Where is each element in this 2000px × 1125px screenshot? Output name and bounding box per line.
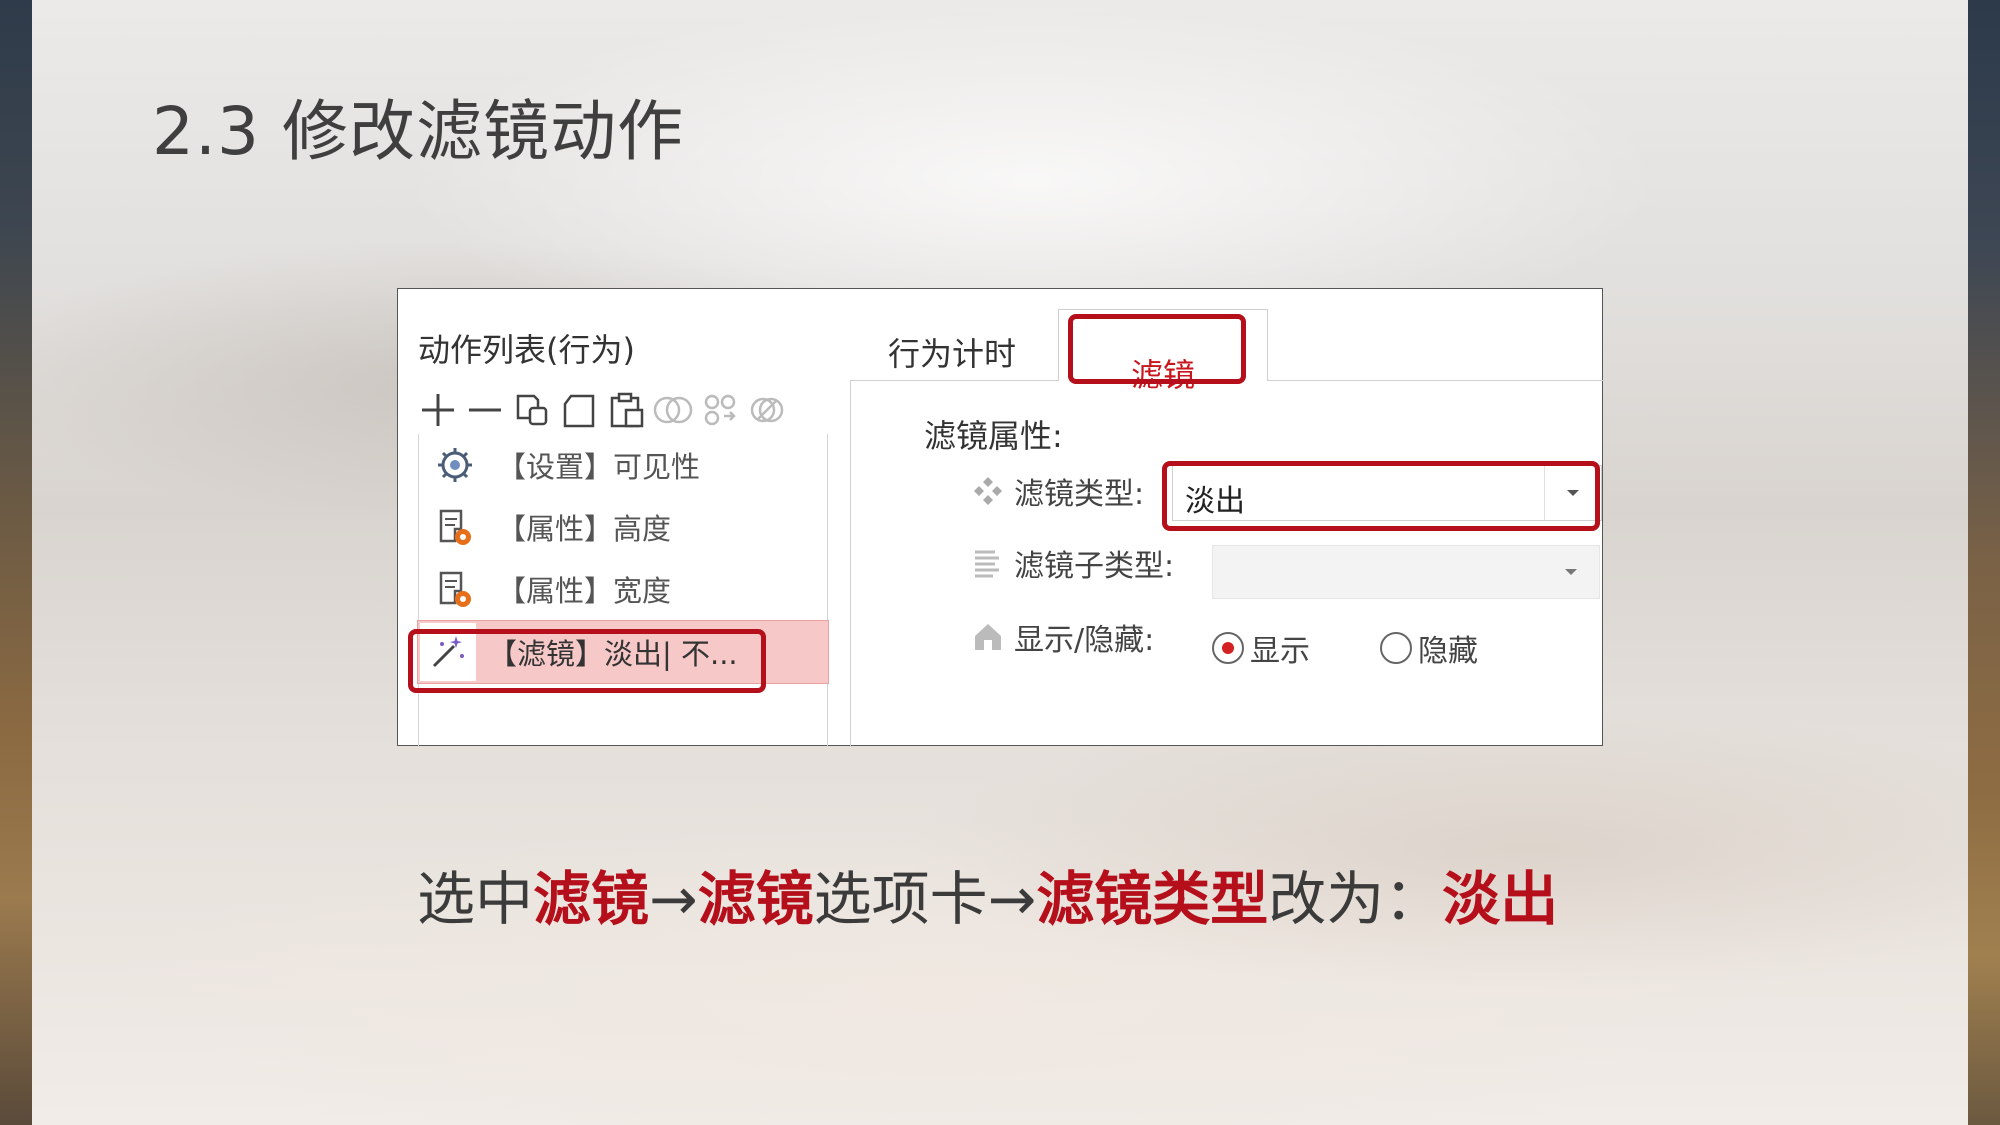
property-icon xyxy=(433,505,477,549)
filter-properties-heading: 滤镜属性: xyxy=(924,417,1063,455)
background-edge-left xyxy=(0,0,32,1125)
list-item[interactable]: 【设置】可见性 xyxy=(419,434,827,496)
caption-text: 改为： xyxy=(1268,865,1443,933)
caption-emphasis: 滤镜 xyxy=(533,865,650,933)
paste-icon[interactable] xyxy=(557,388,601,432)
property-icon xyxy=(433,567,477,611)
radio-hide[interactable]: 隐藏 xyxy=(1380,626,1478,670)
action-list: 【设置】可见性 【属性】高度 【属性】宽度 【滤镜】淡出| 不... xyxy=(417,434,829,747)
filter-subtype-select[interactable] xyxy=(1212,545,1600,599)
list-item-label: 【设置】可见性 xyxy=(497,450,701,484)
list-item[interactable]: 【属性】宽度 xyxy=(419,558,827,620)
split-icon xyxy=(651,388,695,432)
gear-icon xyxy=(433,443,477,487)
behavior-panel-screenshot: 动作列表(行为) 【设置】可见性 【属性】高度 【属性】宽度 【滤镜】淡出| 不… xyxy=(397,288,1604,747)
radio-circle-checked[interactable] xyxy=(1212,632,1244,664)
remove-icon[interactable] xyxy=(463,388,507,432)
tab-behavior-timing[interactable]: 行为计时 xyxy=(888,329,1016,375)
filter-type-row: 滤镜类型: xyxy=(968,469,1144,513)
add-icon[interactable] xyxy=(416,388,460,432)
instruction-caption: 选中滤镜→滤镜选项卡→滤镜类型改为：淡出 xyxy=(417,852,1558,936)
caption-text: → xyxy=(649,865,698,933)
house-icon xyxy=(968,617,1008,657)
paste-special-icon[interactable] xyxy=(604,388,648,432)
action-list-header: 动作列表(行为) xyxy=(418,331,635,369)
chevron-down-icon[interactable] xyxy=(1543,546,1599,598)
radio-circle[interactable] xyxy=(1380,632,1412,664)
panel-divider xyxy=(850,381,851,747)
diamond-icon xyxy=(968,471,1008,511)
highlight-box-list-item xyxy=(408,629,766,693)
caption-emphasis: 滤镜类型 xyxy=(1036,865,1269,933)
list-lines-icon xyxy=(968,543,1008,583)
disabled-icon xyxy=(745,388,789,432)
link-icon xyxy=(698,388,742,432)
highlight-box-filter-type xyxy=(1162,461,1600,531)
caption-text: 选中 xyxy=(417,865,534,933)
slide: 2.3 修改滤镜动作 动作列表(行为) 【设置】可见性 【属性】高度 【属性】宽… xyxy=(32,0,1968,1125)
filter-subtype-label: 滤镜子类型: xyxy=(1014,549,1175,584)
caption-emphasis: 淡出 xyxy=(1442,865,1559,933)
filter-type-label: 滤镜类型: xyxy=(1014,477,1145,512)
action-toolbar xyxy=(416,385,792,435)
list-item[interactable]: 【属性】高度 xyxy=(419,496,827,558)
caption-emphasis: 滤镜 xyxy=(697,865,814,933)
background-edge-right xyxy=(1968,0,2000,1125)
radio-show[interactable]: 显示 xyxy=(1212,626,1310,670)
visibility-label: 显示/隐藏: xyxy=(1014,623,1155,658)
list-item-label: 【属性】宽度 xyxy=(497,574,672,608)
radio-hide-label: 隐藏 xyxy=(1418,634,1478,669)
copy-icon[interactable] xyxy=(510,388,554,432)
highlight-box-tab xyxy=(1068,314,1246,384)
list-item-label: 【属性】高度 xyxy=(497,512,672,546)
visibility-row: 显示/隐藏: xyxy=(968,615,1154,659)
filter-subtype-row: 滤镜子类型: xyxy=(968,541,1174,585)
slide-title: 2.3 修改滤镜动作 xyxy=(152,93,684,170)
caption-text: 选项卡→ xyxy=(813,865,1037,933)
radio-show-label: 显示 xyxy=(1250,634,1310,669)
